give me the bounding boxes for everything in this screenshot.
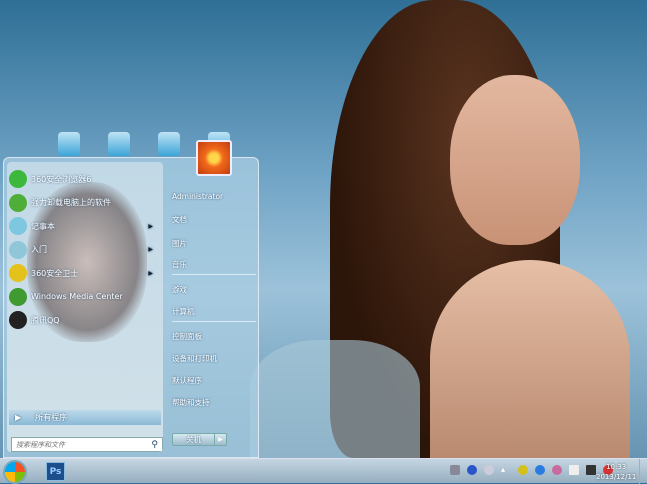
360-safe-tray-icon[interactable]: [518, 465, 528, 475]
program-item[interactable]: 强力卸载电脑上的软件: [9, 192, 159, 214]
programs-pane: 360安全浏览器6 强力卸载电脑上的软件 记事本 ▶ 入门 ▶ 360安全卫士 ▶ Window…: [7, 162, 163, 452]
uninstall-icon: [9, 193, 27, 212]
search-icon[interactable]: ⚲: [151, 440, 158, 450]
right-pane-item[interactable]: Administrator: [172, 192, 223, 201]
network-icon[interactable]: [484, 465, 494, 475]
right-pane-item[interactable]: 设备和打印机: [172, 353, 217, 364]
all-programs-button[interactable]: ▶ 所有程序: [9, 410, 161, 425]
desktop-icon[interactable]: [108, 132, 130, 156]
right-pane-item[interactable]: 文档: [172, 214, 187, 225]
right-pane-item[interactable]: 图片: [172, 238, 187, 249]
keyboard-icon[interactable]: [450, 465, 460, 475]
show-desktop-button[interactable]: [639, 459, 647, 484]
browser-tray-icon[interactable]: [535, 465, 545, 475]
taskbar: Ps ▴ 10:33 2013/12/11: [0, 458, 647, 484]
triangle-right-icon: ▶: [15, 413, 22, 422]
search-input[interactable]: [16, 440, 136, 449]
program-item[interactable]: 记事本 ▶: [9, 215, 159, 237]
right-pane-item[interactable]: 帮助和支持: [172, 397, 210, 408]
start-button[interactable]: [3, 460, 27, 484]
desktop-icon[interactable]: [158, 132, 180, 156]
separator: [172, 321, 256, 322]
360-browser-icon: [9, 170, 27, 188]
wallpaper-dress: [250, 340, 420, 458]
notepad-icon: [9, 217, 27, 235]
right-pane-item[interactable]: 计算机: [172, 306, 195, 317]
app-tray-icon[interactable]: [552, 465, 562, 475]
separator: [172, 274, 256, 275]
taskbar-photoshop[interactable]: Ps: [46, 462, 65, 481]
right-pane-item[interactable]: 音乐: [172, 259, 187, 270]
program-item[interactable]: 360安全卫士 ▶: [9, 262, 159, 284]
media-center-icon: [9, 287, 27, 306]
system-tray: ▴: [450, 465, 613, 475]
clock[interactable]: 10:33 2013/12/11: [596, 462, 636, 482]
program-item[interactable]: 360安全浏览器6: [9, 168, 159, 190]
shutdown-button[interactable]: 关机 ▶: [172, 433, 227, 446]
action-center-icon[interactable]: [569, 465, 579, 475]
program-item[interactable]: 入门 ▶: [9, 239, 159, 261]
right-pane-item[interactable]: 游戏: [172, 284, 187, 295]
360-safe-icon: [9, 264, 27, 282]
shutdown-options-arrow-icon[interactable]: ▶: [214, 434, 226, 445]
qq-icon: [9, 311, 27, 329]
search-box[interactable]: ⚲: [11, 437, 163, 452]
user-avatar[interactable]: [196, 140, 232, 176]
getting-started-icon: [9, 240, 27, 259]
wallpaper-face: [450, 75, 580, 245]
submenu-arrow-icon[interactable]: ▶: [148, 246, 153, 253]
right-pane-item[interactable]: 默认程序: [172, 375, 202, 386]
right-pane-item[interactable]: 控制面板: [172, 331, 202, 342]
help-icon[interactable]: [467, 465, 477, 475]
submenu-arrow-icon[interactable]: ▶: [148, 270, 153, 277]
display-icon[interactable]: [586, 465, 596, 475]
wallpaper-shoulder: [430, 260, 630, 458]
program-item[interactable]: Windows Media Center: [9, 286, 159, 308]
start-menu: 360安全浏览器6 强力卸载电脑上的软件 记事本 ▶ 入门 ▶ 360安全卫士 ▶ Window…: [3, 140, 259, 458]
program-item[interactable]: 腾讯QQ: [9, 309, 159, 331]
desktop-icon[interactable]: [58, 132, 80, 156]
show-hidden-icons-icon[interactable]: ▴: [501, 465, 511, 475]
submenu-arrow-icon[interactable]: ▶: [148, 223, 153, 230]
